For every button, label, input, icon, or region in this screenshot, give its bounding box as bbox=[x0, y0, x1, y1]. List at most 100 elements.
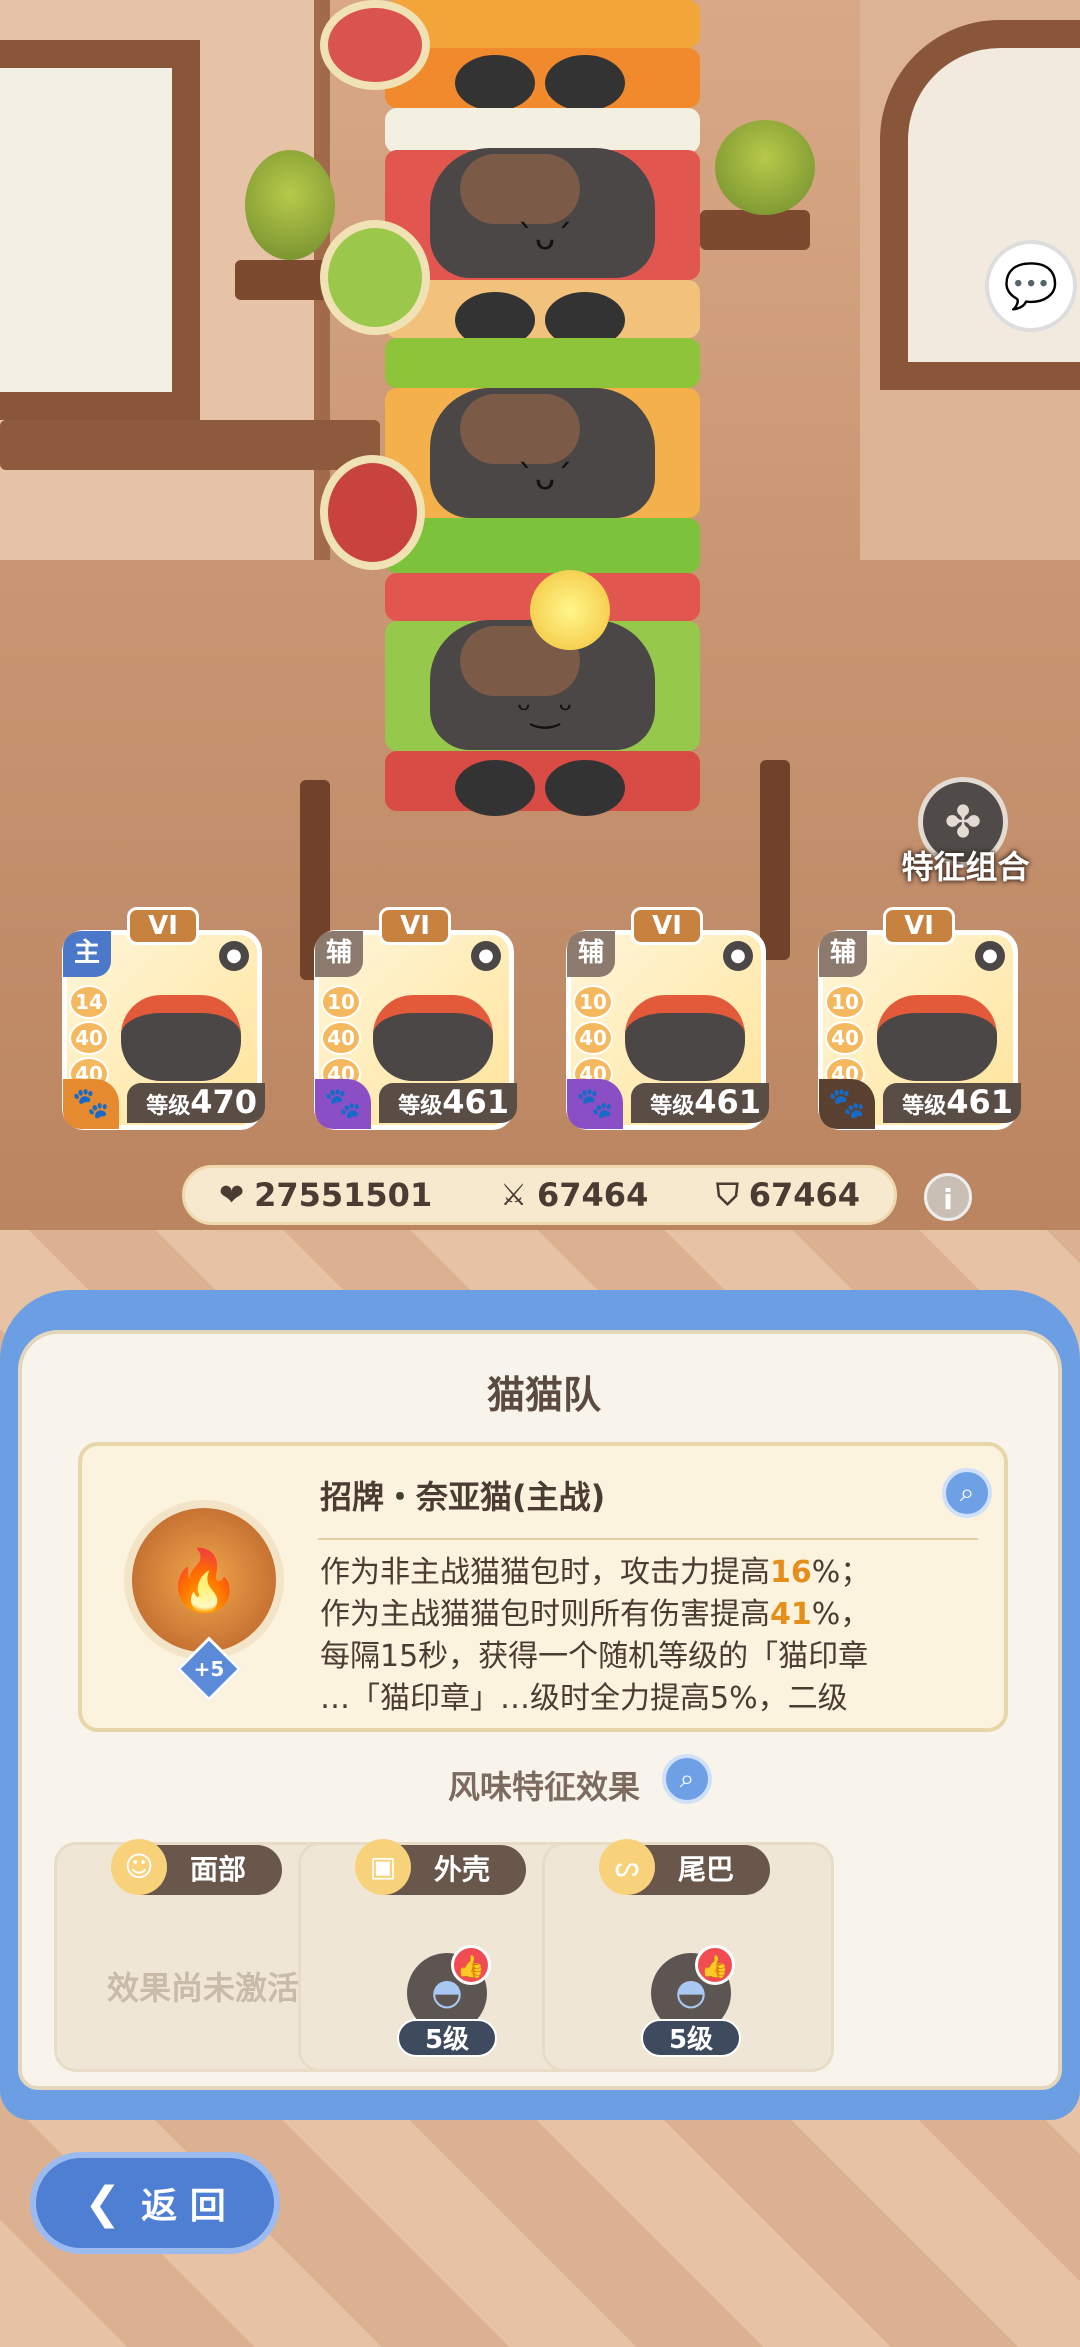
desc-text: 作为非主战猫猫包时，攻击力提高 bbox=[320, 1555, 770, 1590]
stat-badge: 10 bbox=[321, 985, 361, 1019]
flavor-trait-label: 风味特征效果 bbox=[447, 1768, 640, 1806]
shell-icon: ▣ bbox=[355, 1839, 411, 1895]
skill-avatar-icon: 🔥 bbox=[124, 1500, 284, 1660]
stat-badge: 40 bbox=[69, 1021, 109, 1055]
back-arrow-icon: ❮ bbox=[84, 2177, 122, 2229]
hp-stat: ❤ 27551501 bbox=[219, 1176, 432, 1214]
defense-value: 67464 bbox=[748, 1176, 861, 1214]
skill-name: 招牌・奈亚猫(主战) bbox=[320, 1478, 606, 1516]
avocado-skewer bbox=[320, 220, 430, 335]
desc-highlight: 16 bbox=[770, 1555, 812, 1590]
desc-text: %， bbox=[811, 1597, 871, 1632]
rank-badge: VI bbox=[127, 907, 199, 945]
skill-desc-line: 作为非主战猫猫包时，攻击力提高16%； bbox=[320, 1552, 970, 1594]
desc-text: …「猫印章」…级时全力提高5%，二级 bbox=[320, 1681, 848, 1716]
skill-badge-text: +5 bbox=[193, 1657, 225, 1681]
slot-label: 尾巴 bbox=[677, 1853, 734, 1886]
skill-desc-line: 每隔15秒，获得一个随机等级的「猫印章 bbox=[320, 1636, 970, 1678]
tail-icon: ᔕ bbox=[599, 1839, 655, 1895]
egg-layer bbox=[385, 108, 700, 153]
level-label: 等级461 bbox=[883, 1083, 1021, 1123]
level-prefix: 等级 bbox=[146, 1094, 191, 1119]
stat-badge: 14 bbox=[69, 985, 109, 1019]
level-prefix: 等级 bbox=[650, 1094, 695, 1119]
cat-character: `ᴗ´ bbox=[430, 388, 655, 518]
desc-text: 作为主战猫猫包时则所有伤害提高 bbox=[320, 1597, 770, 1632]
thumbs-up-icon: 👍 bbox=[451, 1945, 491, 1985]
right-plant bbox=[715, 120, 815, 215]
defense-stat: ⛉ 67464 bbox=[716, 1176, 860, 1214]
steak-skewer bbox=[320, 455, 425, 570]
attack-stat: ⚔ 67464 bbox=[500, 1176, 648, 1214]
lock-icon: ● bbox=[723, 941, 753, 971]
flavor-trait-title: 风味特征效果 bbox=[22, 1762, 1066, 1808]
paw-icon: 🐾 bbox=[819, 1079, 875, 1129]
team-member-card[interactable]: VI 辅 ● 10 40 40 🐾 等级461 bbox=[314, 907, 517, 1130]
panel-body: 猫猫队 🔥 +5 招牌・奈亚猫(主战) ⌕ 作为非主战猫猫包时，攻击力提高16%… bbox=[18, 1330, 1062, 2090]
level-prefix: 等级 bbox=[398, 1094, 443, 1119]
slot-level: 5级 bbox=[641, 2019, 741, 2057]
role-badge: 辅 bbox=[819, 931, 867, 977]
level-prefix: 等级 bbox=[902, 1094, 947, 1119]
cat-portrait bbox=[121, 995, 241, 1081]
right-window bbox=[880, 20, 1080, 390]
paw-icon: 🐾 bbox=[315, 1079, 371, 1129]
stat-badge: 40 bbox=[825, 1021, 865, 1055]
stat-badges: 10 40 40 bbox=[573, 985, 615, 1093]
skill-desc-line: 作为主战猫猫包时则所有伤害提高41%， bbox=[320, 1594, 970, 1636]
slot-level: 5级 bbox=[397, 2019, 497, 2057]
trait-combo-label[interactable]: 特征组合 bbox=[893, 842, 1038, 888]
table-leg-right bbox=[760, 760, 790, 960]
bun-layer bbox=[385, 0, 700, 48]
panel-title: 猫猫队 bbox=[486, 1373, 601, 1417]
team-member-card[interactable]: VI 主 ● 14 40 40 🐾 等级470 bbox=[62, 907, 265, 1130]
cat-portrait bbox=[877, 995, 997, 1081]
face-icon: ☺ bbox=[111, 1839, 167, 1895]
cat-portrait bbox=[625, 995, 745, 1081]
hp-value: 27551501 bbox=[254, 1176, 433, 1214]
thumbs-up-icon: 👍 bbox=[695, 1945, 735, 1985]
flavor-slot[interactable]: 尾巴 ᔕ ◓ 👍 5级 bbox=[542, 1839, 834, 2072]
level-label: 等级461 bbox=[631, 1083, 769, 1123]
lock-icon: ● bbox=[975, 941, 1005, 971]
cat-portrait bbox=[373, 995, 493, 1081]
skill-zoom-icon[interactable]: ⌕ bbox=[942, 1468, 992, 1518]
slot-label: 面部 bbox=[189, 1853, 246, 1886]
stat-badges: 14 40 40 bbox=[69, 985, 111, 1093]
level-label: 等级470 bbox=[127, 1083, 265, 1123]
desc-highlight: 41 bbox=[770, 1597, 812, 1632]
shield-icon: ⛉ bbox=[716, 1177, 739, 1213]
level-value: 461 bbox=[442, 1083, 509, 1121]
info-button[interactable]: i bbox=[924, 1173, 972, 1221]
slot-label: 外壳 bbox=[433, 1853, 490, 1886]
cat-ears bbox=[455, 55, 635, 111]
counter bbox=[0, 420, 380, 470]
back-button[interactable]: ❮ 返 回 bbox=[30, 2152, 280, 2254]
paw-icon: 🐾 bbox=[567, 1079, 623, 1129]
left-shelf bbox=[235, 260, 330, 300]
role-badge: 辅 bbox=[567, 931, 615, 977]
rank-badge: VI bbox=[379, 907, 451, 945]
back-button-label: 返 回 bbox=[141, 2186, 226, 2227]
skill-desc-line: …「猫印章」…级时全力提高5%，二级 bbox=[320, 1678, 970, 1720]
level-value: 461 bbox=[694, 1083, 761, 1121]
cat-burger-stack: `ᴗ´ `ᴗ´ ᵕ‿ᵕ bbox=[385, 0, 700, 820]
meat-skewer bbox=[320, 0, 430, 90]
cat-paws bbox=[455, 760, 635, 816]
rank-badge: VI bbox=[883, 907, 955, 945]
chat-bubble-icon[interactable]: 💬 bbox=[985, 240, 1077, 332]
rank-badge: VI bbox=[631, 907, 703, 945]
glow-orb bbox=[530, 570, 610, 650]
team-member-card[interactable]: VI 辅 ● 10 40 40 🐾 等级461 bbox=[566, 907, 769, 1130]
flavor-zoom-icon[interactable]: ⌕ bbox=[662, 1754, 712, 1804]
team-member-card[interactable]: VI 辅 ● 10 40 40 🐾 等级461 bbox=[818, 907, 1021, 1130]
role-badge: 辅 bbox=[315, 931, 363, 977]
stat-badges: 10 40 40 bbox=[321, 985, 363, 1093]
right-shelf bbox=[700, 210, 810, 250]
skill-divider bbox=[318, 1538, 978, 1540]
stat-badges: 10 40 40 bbox=[825, 985, 867, 1093]
role-badge: 主 bbox=[63, 931, 111, 977]
battle-scene: `ᴗ´ `ᴗ´ ᵕ‿ᵕ bbox=[0, 0, 1080, 1330]
stat-badge: 40 bbox=[573, 1021, 613, 1055]
lock-icon: ● bbox=[471, 941, 501, 971]
